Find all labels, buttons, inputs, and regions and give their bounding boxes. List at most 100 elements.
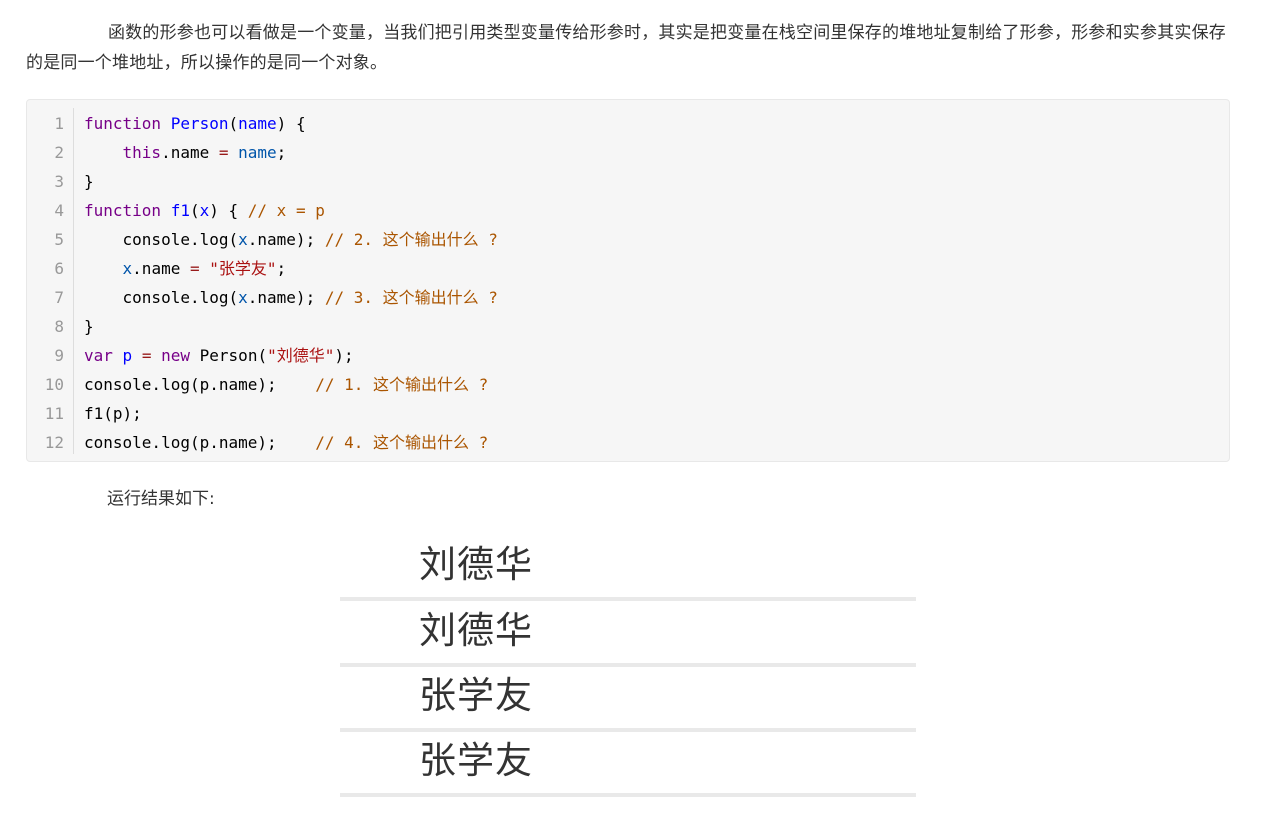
line-number: 7 <box>54 288 64 307</box>
code-token: x <box>122 259 133 278</box>
code-text: function Person(name) { <box>84 109 306 138</box>
code-block: 1 function Person(name) {2 this.name = na… <box>26 99 1230 462</box>
code-token: "张学友" <box>209 259 277 278</box>
code-token: new <box>161 346 191 365</box>
code-line: 9 var p = new Person("刘德华"); <box>27 341 1229 370</box>
result-label: 运行结果如下: <box>107 489 215 509</box>
code-token: Person( <box>190 346 268 365</box>
code-token: ); <box>334 346 354 365</box>
code-token: } <box>84 317 94 336</box>
code-text: function f1(x) { // x = p <box>84 196 325 225</box>
output-text: 刘德华 <box>419 543 533 586</box>
code-line: 6 x.name = "张学友"; <box>27 254 1229 283</box>
code-token: ) { <box>276 114 306 133</box>
code-token: console.log( <box>84 230 239 249</box>
output-text: 刘德华 <box>419 609 533 652</box>
code-line: 8} <box>27 312 1229 341</box>
code-token: x <box>238 230 248 249</box>
code-token: x <box>199 201 210 220</box>
code-token: // 4. 这个输出什么 ? <box>315 433 489 452</box>
code-token: ) { <box>209 201 248 220</box>
line-number: 8 <box>54 317 64 336</box>
code-text: console.log(p.name); // 1. 这个输出什么 ? <box>84 370 488 399</box>
output-divider <box>340 793 916 797</box>
code-token: = <box>218 143 229 162</box>
code-token: Person <box>170 114 229 133</box>
line-number: 2 <box>54 143 64 162</box>
code-token: .name); <box>247 230 325 249</box>
line-number: 1 <box>54 114 64 133</box>
code-line: 7 console.log(x.name); // 3. 这个输出什么 ? <box>27 283 1229 312</box>
line-number: 9 <box>54 346 64 365</box>
code-text: console.log(x.name); // 3. 这个输出什么 ? <box>84 283 498 312</box>
code-token: var <box>84 346 113 365</box>
code-token: ( <box>228 114 239 133</box>
code-line: 3} <box>27 167 1229 196</box>
code-token: function <box>84 201 162 220</box>
code-token: x <box>238 288 248 307</box>
code-line: 2 this.name = name; <box>27 138 1229 167</box>
code-token: .name); <box>247 288 325 307</box>
code-text: } <box>84 312 94 341</box>
code-line: 11 f1(p); <box>27 399 1229 428</box>
output-screenshot: 刘德华 刘德华 张学友 张学友 <box>340 535 916 797</box>
code-token: name <box>238 143 277 162</box>
code-line: 4 function f1(x) { // x = p <box>27 196 1229 225</box>
code-line: 12 console.log(p.name); // 4. 这个输出什么 ? <box>27 428 1229 457</box>
line-number: 12 <box>44 433 64 452</box>
line-number: 6 <box>54 259 64 278</box>
code-text: } <box>84 167 94 196</box>
code-text: x.name = "张学友"; <box>84 254 287 283</box>
code-token: "刘德华" <box>267 346 335 365</box>
output-row: 刘德华 <box>340 601 916 667</box>
code-token: .name <box>161 143 219 162</box>
code-token: p <box>122 346 133 365</box>
line-number: 10 <box>44 375 64 394</box>
output-row: 刘德华 <box>340 535 916 601</box>
code-text: f1(p); <box>84 399 142 428</box>
code-token: ; <box>276 259 287 278</box>
line-number: 4 <box>54 201 64 220</box>
code-text: console.log(p.name); // 4. 这个输出什么 ? <box>84 428 488 457</box>
code-line: 10 console.log(p.name); // 1. 这个输出什么 ? <box>27 370 1229 399</box>
code-text: this.name = name; <box>84 138 287 167</box>
code-token: } <box>84 172 94 191</box>
output-row: 张学友 <box>340 731 916 797</box>
output-text: 张学友 <box>419 674 533 717</box>
code-token: console.log(p.name); <box>84 433 316 452</box>
code-token: .name <box>132 259 190 278</box>
code-token: console.log(p.name); <box>84 375 316 394</box>
line-number: 5 <box>54 230 64 249</box>
code-token: name <box>238 114 277 133</box>
intro-paragraph: 函数的形参也可以看做是一个变量，当我们把引用类型变量传给形参时，其实是把变量在栈… <box>26 23 1226 73</box>
code-line: 1 function Person(name) { <box>27 109 1229 138</box>
code-token: f1(p); <box>84 404 142 423</box>
code-token: ( <box>189 201 200 220</box>
code-text: var p = new Person("刘德华"); <box>84 341 354 370</box>
code-token: ; <box>276 143 287 162</box>
code-token: f1 <box>170 201 190 220</box>
code-token: // 3. 这个输出什么 ? <box>324 288 498 307</box>
line-number: 11 <box>44 404 64 423</box>
code-line: 5 console.log(x.name); // 2. 这个输出什么 ? <box>27 225 1229 254</box>
line-number: 3 <box>54 172 64 191</box>
code-token: // 1. 这个输出什么 ? <box>315 375 489 394</box>
code-token: function <box>84 114 162 133</box>
code-token: = <box>189 259 200 278</box>
code-token: console.log( <box>84 288 239 307</box>
output-text: 张学友 <box>419 739 533 782</box>
code-text: console.log(x.name); // 2. 这个输出什么 ? <box>84 225 498 254</box>
code-token: // x = p <box>247 201 325 220</box>
output-row: 张学友 <box>340 666 916 732</box>
code-token: // 2. 这个输出什么 ? <box>324 230 498 249</box>
code-token: this <box>122 143 162 162</box>
